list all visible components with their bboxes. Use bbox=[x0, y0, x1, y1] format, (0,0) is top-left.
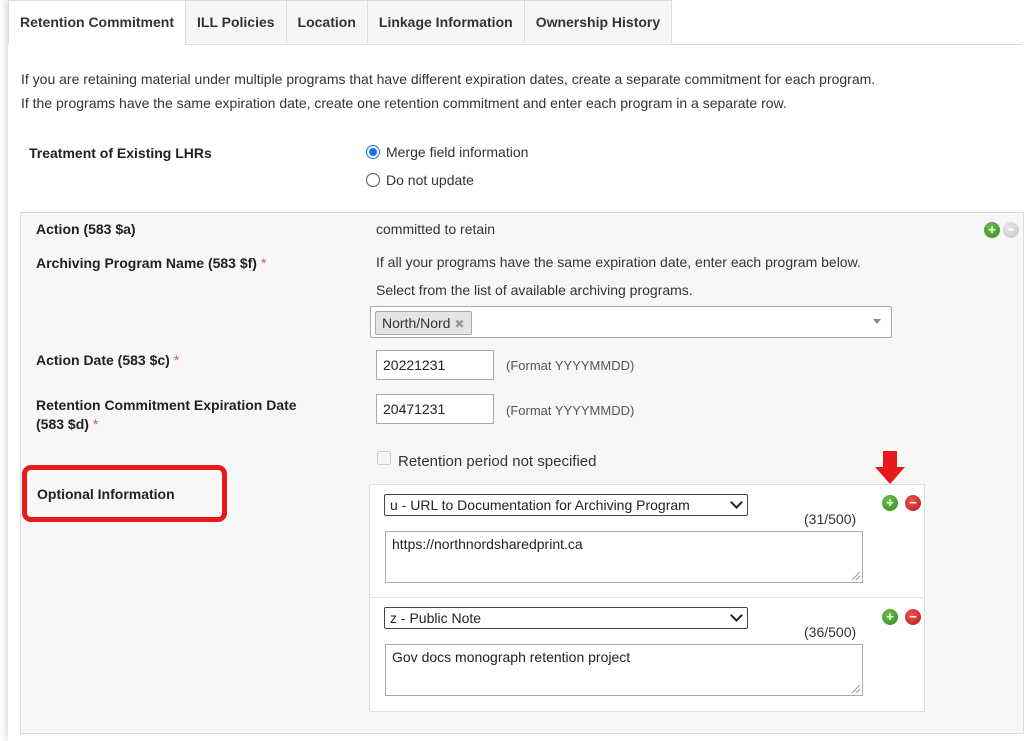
intro-line-2: If the programs have the same expiration… bbox=[21, 95, 787, 111]
expiration-label: Retention Commitment Expiration Date (58… bbox=[36, 396, 297, 434]
chip-remove-icon[interactable]: ✖ bbox=[454, 317, 464, 331]
action-date-input[interactable]: 20221231 bbox=[376, 350, 494, 380]
tab-ownership-history[interactable]: Ownership History bbox=[523, 0, 673, 43]
add-row-plus-icon[interactable]: + bbox=[882, 609, 898, 625]
radio-do-not-update-label: Do not update bbox=[386, 172, 474, 188]
optional-text-2[interactable]: Gov docs monograph retention project bbox=[385, 644, 863, 696]
retention-period-checkbox[interactable] bbox=[377, 451, 391, 465]
action-date-format-hint: (Format YYYYMMDD) bbox=[506, 358, 635, 373]
action-date-label: Action Date (583 $c) * bbox=[36, 352, 179, 368]
expiration-date-input[interactable]: 20471231 bbox=[376, 394, 494, 424]
required-mark: * bbox=[173, 352, 180, 368]
tab-bar: Retention Commitment ILL Policies Locati… bbox=[8, 0, 1022, 45]
intro-text: If you are retaining material under mult… bbox=[21, 67, 875, 115]
intro-line-1: If you are retaining material under mult… bbox=[21, 71, 876, 87]
expiration-label-line-2: (583 $d) * bbox=[36, 415, 297, 434]
retention-period-label: Retention period not specified bbox=[398, 453, 597, 470]
archiving-label-text: Archiving Program Name (583 $f) bbox=[36, 255, 257, 271]
optional-text-2-value: Gov docs monograph retention project bbox=[392, 649, 631, 665]
tab-ill-policies[interactable]: ILL Policies bbox=[185, 0, 287, 43]
optional-text-1-value: https://northnordsharedprint.ca bbox=[392, 536, 583, 552]
program-chip: North/Nord ✖ bbox=[375, 311, 472, 335]
action-label: Action (583 $a) bbox=[36, 221, 136, 237]
action-value: committed to retain bbox=[376, 221, 496, 237]
action-date-label-text: Action Date (583 $c) bbox=[36, 352, 170, 368]
program-chip-label: North/Nord bbox=[382, 315, 451, 331]
archiving-help-2: Select from the list of available archiv… bbox=[376, 282, 693, 298]
tab-linkage-information[interactable]: Linkage Information bbox=[366, 0, 525, 43]
remove-row-minus-icon[interactable]: − bbox=[905, 609, 921, 625]
down-arrow-icon bbox=[875, 451, 905, 484]
subfield-select-2[interactable]: z - Public Note bbox=[384, 607, 748, 629]
subfield-select-1-value: u - URL to Documentation for Archiving P… bbox=[390, 497, 690, 513]
char-count-2: (36/500) bbox=[804, 624, 857, 640]
archiving-label: Archiving Program Name (583 $f) * bbox=[36, 255, 266, 271]
archiving-program-select[interactable]: North/Nord ✖ bbox=[370, 306, 892, 338]
add-row-plus-icon[interactable]: + bbox=[882, 495, 898, 511]
optional-information-highlight bbox=[22, 465, 227, 522]
char-count-1: (31/500) bbox=[804, 511, 857, 527]
archiving-help-1: If all your programs have the same expir… bbox=[376, 254, 861, 270]
required-mark: * bbox=[260, 255, 267, 271]
tab-retention-commitment[interactable]: Retention Commitment bbox=[8, 0, 186, 45]
radio-do-not-update-indicator[interactable] bbox=[366, 173, 380, 187]
subfield-select-1[interactable]: u - URL to Documentation for Archiving P… bbox=[384, 494, 748, 516]
required-mark: * bbox=[92, 416, 99, 432]
radio-do-not-update[interactable]: Do not update bbox=[366, 172, 474, 188]
treatment-label: Treatment of Existing LHRs bbox=[29, 145, 212, 161]
add-commitment-plus-icon[interactable]: + bbox=[984, 222, 1000, 238]
resize-grip-icon[interactable] bbox=[852, 572, 860, 580]
radio-merge-label: Merge field information bbox=[386, 144, 529, 160]
tab-location[interactable]: Location bbox=[285, 0, 368, 43]
remove-row-minus-icon[interactable]: − bbox=[905, 495, 921, 511]
radio-merge-indicator[interactable] bbox=[366, 145, 380, 159]
optional-row-divider bbox=[369, 597, 925, 598]
expiration-label-line-2-text: (583 $d) bbox=[36, 416, 89, 432]
chevron-down-icon bbox=[730, 496, 743, 509]
chevron-down-icon[interactable] bbox=[873, 319, 881, 324]
resize-grip-icon[interactable] bbox=[852, 685, 860, 693]
expiration-label-line-1: Retention Commitment Expiration Date bbox=[36, 397, 297, 413]
subfield-select-2-value: z - Public Note bbox=[390, 610, 482, 626]
remove-commitment-minus-icon: − bbox=[1003, 222, 1019, 238]
expiration-date-format-hint: (Format YYYYMMDD) bbox=[506, 403, 635, 418]
chevron-down-icon bbox=[730, 609, 743, 622]
optional-text-1[interactable]: https://northnordsharedprint.ca bbox=[385, 531, 863, 583]
radio-merge[interactable]: Merge field information bbox=[366, 144, 528, 160]
